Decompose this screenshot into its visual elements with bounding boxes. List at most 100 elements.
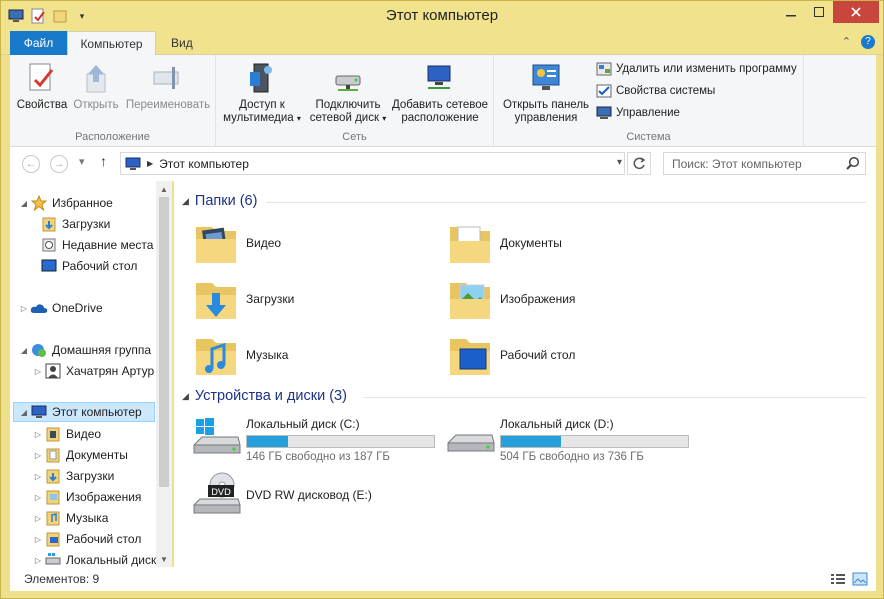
collapse-arrow-icon[interactable]: ◢ (182, 196, 189, 207)
expand-arrow-icon[interactable]: ▷ (32, 430, 44, 439)
folder-images[interactable]: Изображения (446, 275, 575, 323)
expand-arrow-icon[interactable]: ▷ (32, 556, 44, 565)
window-title: Этот компьютер (385, 7, 499, 24)
network-location-icon (423, 61, 457, 95)
desktop-folder-icon (44, 531, 62, 547)
uninstall-program-button[interactable]: Удалить или изменить программу (596, 61, 797, 77)
ribbon-group-location: Свойства Открыть Переименовать Расположе… (10, 55, 216, 147)
manage-button[interactable]: Управление (596, 105, 680, 121)
nav-item-images[interactable]: ▷ Изображения (32, 487, 141, 507)
expand-arrow-icon[interactable]: ▷ (32, 472, 44, 481)
tab-file[interactable]: Файл (10, 31, 67, 55)
computer-management-icon (596, 105, 612, 121)
scrollbar-thumb[interactable] (159, 197, 169, 487)
open-control-panel-button[interactable]: Открыть панель управления (498, 61, 594, 125)
drive-d[interactable]: Локальный диск (D:) 504 ГБ свободно из 7… (446, 415, 689, 463)
user-icon (44, 363, 62, 379)
search-icon[interactable] (846, 156, 860, 173)
large-icons-view-icon[interactable] (852, 572, 868, 589)
windows-drive-icon (192, 415, 242, 461)
scroll-down-chevron-icon[interactable]: ▼ (156, 553, 172, 567)
devices-section-divider (364, 397, 866, 398)
folder-documents[interactable]: Документы (446, 219, 562, 267)
nav-item-video[interactable]: ▷ Видео (32, 424, 101, 444)
drive-c[interactable]: Локальный диск (C:) 146 ГБ свободно из 1… (192, 415, 435, 463)
dvd-badge: DVD (211, 488, 231, 498)
nav-item-downloads-pc[interactable]: ▷ Загрузки (32, 466, 114, 486)
nav-item-localdisk[interactable]: ▷ Локальный диск (32, 550, 156, 567)
tab-computer[interactable]: Компьютер (67, 31, 156, 56)
nav-item-desktop-pc[interactable]: ▷ Рабочий стол (32, 529, 141, 549)
nav-item-thispc[interactable]: ◢ Этот компьютер (13, 402, 155, 422)
status-bar: Элементов: 9 (10, 567, 876, 591)
properties-icon (25, 61, 59, 95)
downloads-folder-icon (44, 468, 62, 484)
folder-desktop[interactable]: Рабочий стол (446, 331, 575, 379)
devices-section-header[interactable]: ◢ Устройства и диски (3) (182, 388, 347, 404)
expand-arrow-icon[interactable]: ▷ (32, 493, 44, 502)
nav-item-desktop[interactable]: Рабочий стол (40, 256, 137, 276)
ribbon-tabs: Файл Компьютер Вид ⌃ ? (1, 31, 883, 56)
open-button[interactable]: Открыть (70, 61, 122, 112)
expand-arrow-icon[interactable]: ▷ (18, 304, 30, 313)
item-count: Элементов: 9 (24, 572, 100, 586)
folders-section-divider (266, 202, 866, 203)
collapse-arrow-icon[interactable]: ◢ (18, 199, 30, 208)
folders-section-header[interactable]: ◢ Папки (6) (182, 193, 257, 209)
nav-item-user[interactable]: ▷ Хачатрян Артур (32, 361, 154, 381)
breadcrumb-separator-icon[interactable]: ▶ (147, 159, 153, 168)
collapse-arrow-icon[interactable]: ◢ (18, 346, 30, 355)
nav-item-music[interactable]: ▷ Музыка (32, 508, 108, 528)
video-folder-icon (44, 426, 62, 442)
maximize-button[interactable] (805, 1, 833, 23)
nav-item-onedrive[interactable]: ▷ OneDrive (18, 298, 103, 318)
folder-downloads[interactable]: Загрузки (192, 275, 294, 323)
nav-item-recent[interactable]: Недавние места (40, 235, 153, 255)
collapse-ribbon-chevron-icon[interactable]: ⌃ (842, 35, 851, 49)
drive-d-usage-fill (501, 436, 561, 447)
minimize-button[interactable] (777, 1, 805, 23)
open-arrow-icon (79, 61, 113, 95)
add-network-location-button[interactable]: Добавить сетевое расположение (390, 61, 490, 125)
expand-arrow-icon[interactable]: ▷ (32, 367, 44, 376)
back-button[interactable]: ← (22, 155, 40, 173)
expand-arrow-icon[interactable]: ▷ (32, 514, 44, 523)
nav-item-homegroup[interactable]: ◢ Домашняя группа (18, 340, 151, 360)
tab-view[interactable]: Вид (159, 31, 205, 55)
recent-locations-chevron-icon[interactable]: ▾ (79, 155, 85, 168)
folder-video[interactable]: Видео (192, 219, 281, 267)
details-view-icon[interactable] (830, 572, 846, 589)
explorer-window: ▾ Этот компьютер Файл Компьютер Вид ⌃ ? (0, 0, 884, 599)
address-bar[interactable]: ▶ Этот компьютер ▾ (120, 152, 625, 175)
rename-button[interactable]: Переименовать (122, 61, 214, 112)
refresh-button[interactable] (627, 152, 651, 175)
collapse-arrow-icon[interactable]: ◢ (182, 391, 189, 402)
nav-scrollbar[interactable]: ▲ ▼ (156, 181, 172, 567)
forward-button[interactable]: → (50, 155, 68, 173)
properties-button[interactable]: Свойства (16, 61, 68, 112)
collapse-arrow-icon[interactable]: ◢ (18, 408, 30, 417)
media-access-button[interactable]: Доступ к мультимедиа ▾ (222, 61, 302, 125)
map-network-drive-button[interactable]: Подключить сетевой диск ▾ (308, 61, 388, 125)
star-icon (30, 195, 48, 211)
address-history-chevron-icon[interactable]: ▾ (617, 157, 622, 168)
system-properties-button[interactable]: Свойства системы (596, 83, 715, 99)
expand-arrow-icon[interactable]: ▷ (32, 535, 44, 544)
recent-places-icon (40, 237, 58, 253)
close-button[interactable] (833, 1, 879, 23)
scroll-up-chevron-icon[interactable]: ▲ (156, 183, 172, 197)
drive-dvd[interactable]: DVD DVD RW дисковод (E:) (192, 471, 372, 517)
search-input[interactable]: Поиск: Этот компьютер (672, 157, 802, 171)
media-server-icon (245, 61, 279, 95)
nav-item-favorites[interactable]: ◢ Избранное (18, 193, 113, 213)
up-button[interactable]: ↑ (100, 153, 107, 169)
documents-folder-icon (446, 219, 494, 267)
dropdown-arrow-icon: ▾ (296, 114, 301, 123)
nav-item-downloads[interactable]: Загрузки (40, 214, 110, 234)
search-box[interactable]: Поиск: Этот компьютер (663, 152, 866, 175)
nav-item-documents[interactable]: ▷ Документы (32, 445, 128, 465)
expand-arrow-icon[interactable]: ▷ (32, 451, 44, 460)
help-icon[interactable]: ? (861, 35, 875, 49)
folder-music[interactable]: Музыка (192, 331, 288, 379)
desktop-icon (40, 258, 58, 274)
